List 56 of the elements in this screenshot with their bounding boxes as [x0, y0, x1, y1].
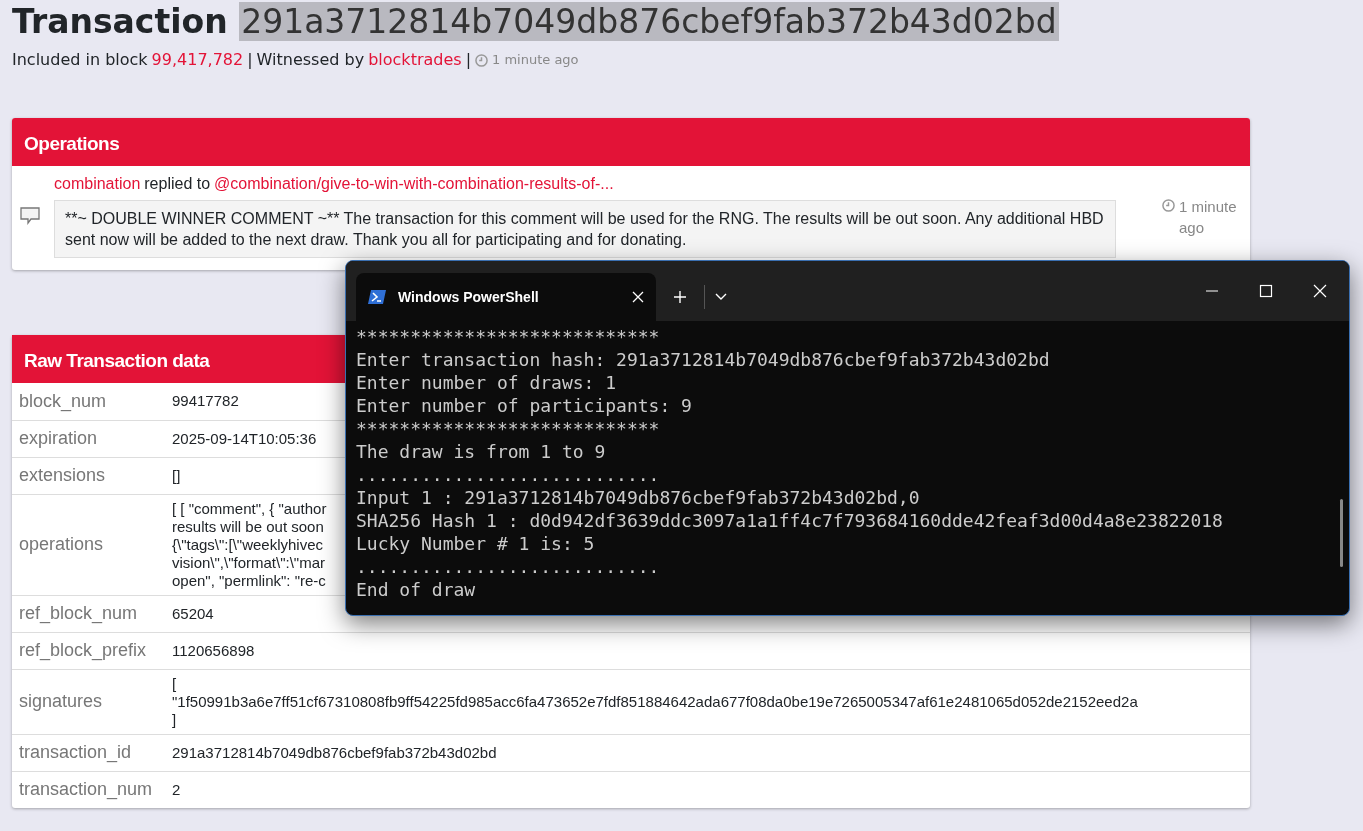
comment-icon [20, 207, 40, 225]
field-value: 99417782 [172, 392, 239, 411]
terminal-line: Enter number of participants: 9 [356, 394, 693, 417]
field-value: vision\",\"format\":\"mar [172, 553, 325, 572]
timestamp: 1 minute ago [492, 51, 579, 70]
timestamp: 1 minute ago [1179, 197, 1238, 238]
field-value: [ [ "comment", { "author [172, 499, 327, 518]
author-link[interactable]: combination [54, 172, 141, 196]
field-value: results will be out soon [172, 517, 324, 536]
field-name: transaction_id [12, 734, 165, 771]
terminal-tab[interactable]: Windows PowerShell [356, 273, 656, 321]
terminal-line: SHA256 Hash 1 : d0d942df3639ddc3097a1a1ff4c7f793684160dde42feaf3d00d4a8e23822018 [356, 509, 1224, 532]
separator: | [247, 49, 253, 71]
terminal-line: Input 1 : 291a3712814b7049db876cbef9fab372b43d02bd,0 [356, 486, 921, 509]
field-value: 2 [172, 780, 181, 799]
terminal-line: Enter transaction hash: 291a3712814b7049db876cbef9fab372b43d02bd [356, 348, 1051, 371]
field-name: ref_block_prefix [12, 632, 165, 669]
field-value: {\"tags\":[\"weeklyhivec [172, 535, 324, 554]
field-value: 2025-09-14T10:05:36 [172, 429, 317, 448]
field-value: open", "permlink": "re-c [172, 571, 326, 590]
scrollbar[interactable] [1340, 499, 1343, 567]
terminal-line: End of draw [356, 578, 477, 601]
field-name: ref_block_num [12, 595, 165, 632]
clock-icon [1162, 199, 1175, 212]
field-value: "1f50991b3a6e7ff51cf67310808fb9ff54225fd985acc6fa473652e7fdf851884642ada677f08da0be19e7265005347af61e2481065d052de2152eed2a [172, 692, 1138, 711]
field-value: 65204 [172, 604, 214, 623]
field-name: signatures [12, 669, 165, 734]
card-header: Operations [12, 118, 1250, 166]
terminal-line: The draw is from 1 to 9 [356, 440, 607, 463]
page-title: Transaction [12, 2, 228, 41]
field-name: extensions [12, 457, 165, 494]
witness-link[interactable]: blocktrades [368, 48, 462, 72]
terminal-line: **************************** [356, 417, 661, 440]
block-label: Included in block [12, 49, 148, 71]
transaction-hash: 291a3712814b7049db876cbef9fab372b43d02bd [239, 2, 1059, 41]
field-value: [] [172, 466, 181, 485]
witness-label: Witnessed by [256, 49, 365, 71]
field-name: transaction_num [12, 771, 165, 808]
post-link[interactable]: @combination/give-to-win-with-combination-results-of-... [214, 172, 614, 196]
block-link[interactable]: 99,417,782 [151, 48, 244, 72]
field-value: ] [172, 710, 177, 729]
powershell-icon [368, 289, 386, 305]
field-name: operations [12, 494, 165, 595]
clock-icon [475, 53, 488, 67]
field-name: expiration [12, 420, 165, 457]
terminal-line: ............................ [356, 555, 661, 578]
close-icon[interactable] [632, 291, 644, 303]
separator: | [465, 49, 471, 71]
terminal-line: Lucky Number # 1 is: 5 [356, 532, 596, 555]
comment-body: **~ DOUBLE WINNER COMMENT ~** The transaction for this comment will be used for the RNG. The results will be out soon. Any additional HBD sent now will be added to the next draw. Thank you all for participating and for donating. [54, 200, 1116, 258]
action-text: replied to [144, 174, 211, 194]
field-name: block_num [12, 383, 165, 420]
field-value: 291a3712814b7049db876cbef9fab372b43d02bd [172, 743, 497, 762]
terminal-line: ............................ [356, 463, 661, 486]
field-value: [ [172, 674, 177, 693]
field-value: 1120656898 [172, 641, 255, 660]
